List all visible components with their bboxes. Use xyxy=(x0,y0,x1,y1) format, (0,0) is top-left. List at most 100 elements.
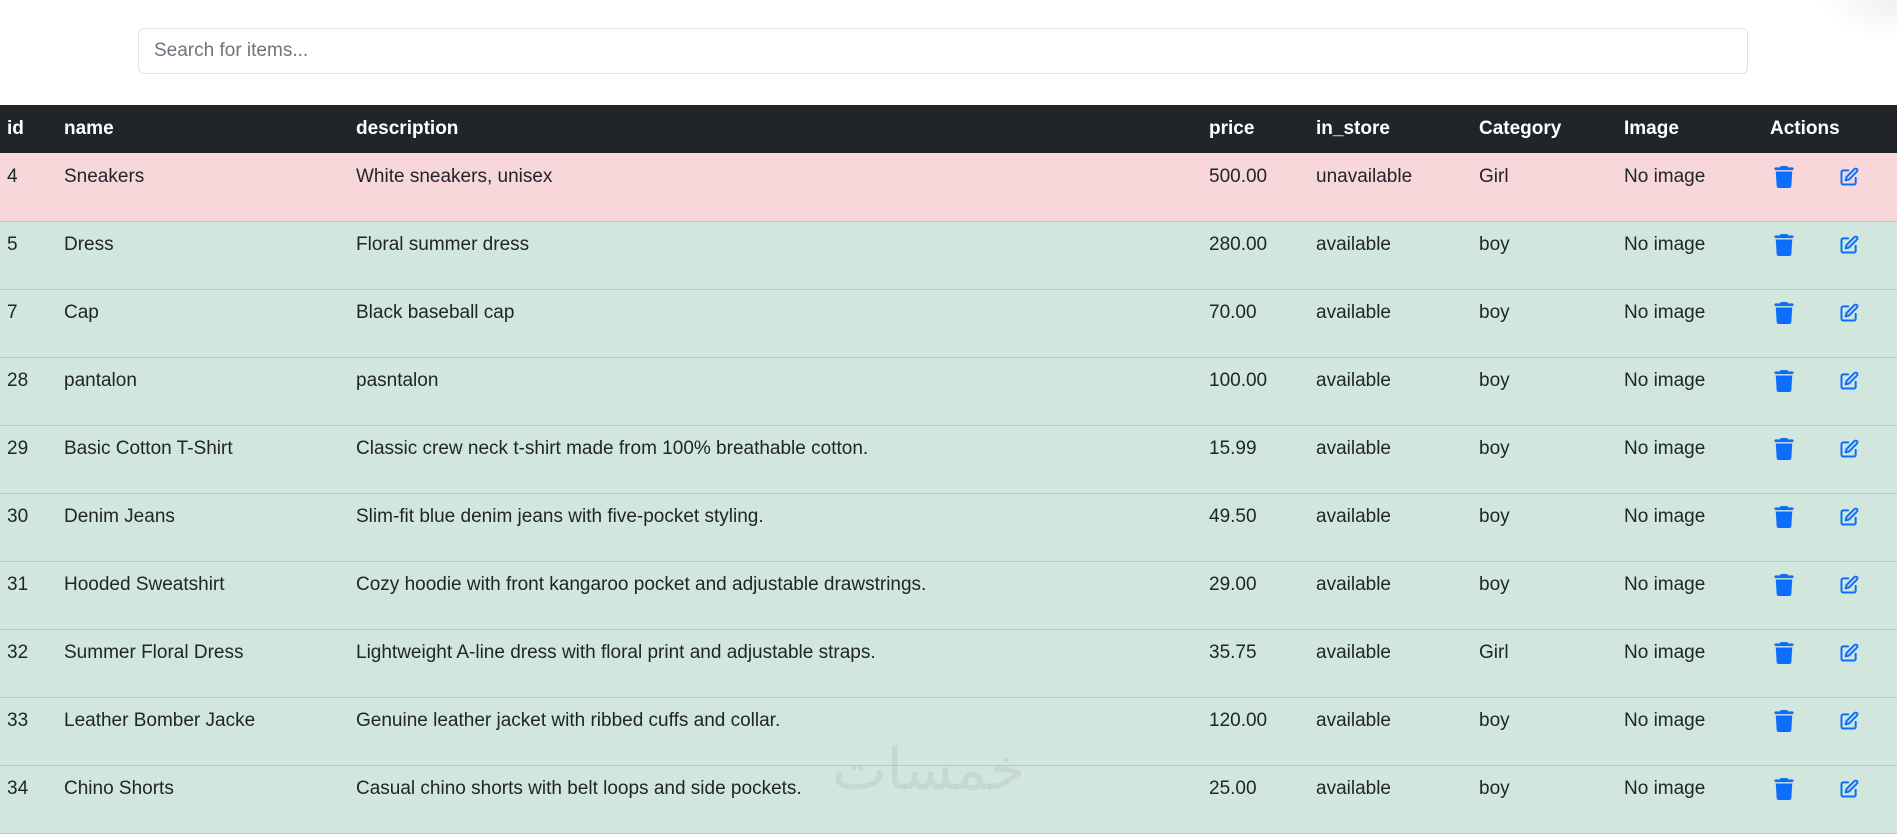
cell-id: 32 xyxy=(7,642,29,663)
search-bar xyxy=(138,28,1748,74)
cell-actions xyxy=(1763,289,1897,357)
edit-icon xyxy=(1840,235,1859,254)
watermark: خمسات xyxy=(832,735,1026,803)
cell-in-store: available xyxy=(1316,234,1391,255)
column-header-image[interactable]: Image xyxy=(1617,105,1763,153)
items-table: id name description price in_store Categ… xyxy=(0,105,1897,834)
cell-image: No image xyxy=(1624,710,1706,731)
cell-in-store: available xyxy=(1316,574,1391,595)
delete-button[interactable] xyxy=(1771,708,1797,734)
cell-id: 5 xyxy=(7,234,18,255)
trash-icon xyxy=(1774,642,1794,664)
cell-category: Girl xyxy=(1479,165,1509,187)
edit-icon xyxy=(1840,371,1859,390)
edit-button[interactable] xyxy=(1836,436,1862,462)
cell-price: 29.00 xyxy=(1209,574,1257,595)
cell-category: boy xyxy=(1479,302,1510,323)
edit-button[interactable] xyxy=(1836,300,1862,326)
delete-button[interactable] xyxy=(1771,640,1797,666)
column-header-id[interactable]: id xyxy=(0,105,57,153)
edit-icon xyxy=(1840,779,1859,798)
column-header-in-store[interactable]: in_store xyxy=(1309,105,1472,153)
edit-icon xyxy=(1840,711,1859,730)
cell-description: Casual chino shorts with belt loops and … xyxy=(356,778,802,799)
cell-in-store: available xyxy=(1316,506,1391,527)
cell-image: No image xyxy=(1624,438,1706,459)
trash-icon xyxy=(1774,370,1794,392)
delete-button[interactable] xyxy=(1771,368,1797,394)
cell-image: No image xyxy=(1624,165,1706,187)
column-header-category[interactable]: Category xyxy=(1472,105,1617,153)
cell-name: Basic Cotton T-Shirt xyxy=(64,438,233,459)
cell-id: 34 xyxy=(7,778,29,799)
cell-price: 280.00 xyxy=(1209,234,1268,255)
cell-actions xyxy=(1763,221,1897,289)
cell-in-store: available xyxy=(1316,642,1391,663)
delete-button[interactable] xyxy=(1771,776,1797,802)
cell-image: No image xyxy=(1624,642,1706,663)
cell-description: Cozy hoodie with front kangaroo pocket a… xyxy=(356,574,927,595)
edit-icon xyxy=(1840,507,1859,526)
cell-category: Girl xyxy=(1479,642,1509,663)
column-header-description[interactable]: description xyxy=(349,105,1202,153)
cell-in-store: unavailable xyxy=(1316,165,1413,187)
trash-icon xyxy=(1774,778,1794,800)
edit-button[interactable] xyxy=(1836,164,1862,190)
table-row: 5 Dress Floral summer dress 280.00 avail… xyxy=(0,221,1897,289)
delete-button[interactable] xyxy=(1771,504,1797,530)
trash-icon xyxy=(1774,438,1794,460)
cell-image: No image xyxy=(1624,506,1706,527)
cell-actions xyxy=(1763,765,1897,833)
trash-icon xyxy=(1774,710,1794,732)
delete-button[interactable] xyxy=(1771,232,1797,258)
cell-description: Floral summer dress xyxy=(356,234,530,255)
trash-icon xyxy=(1774,574,1794,596)
cell-price: 35.75 xyxy=(1209,642,1257,663)
edit-button[interactable] xyxy=(1836,776,1862,802)
edit-button[interactable] xyxy=(1836,708,1862,734)
cell-description: White sneakers, unisex xyxy=(356,165,553,187)
delete-button[interactable] xyxy=(1771,436,1797,462)
edit-button[interactable] xyxy=(1836,640,1862,666)
cell-id: 33 xyxy=(7,710,29,731)
cell-in-store: available xyxy=(1316,302,1391,323)
cell-actions xyxy=(1763,357,1897,425)
cell-in-store: available xyxy=(1316,778,1391,799)
trash-icon xyxy=(1774,506,1794,528)
edit-button[interactable] xyxy=(1836,368,1862,394)
delete-button[interactable] xyxy=(1771,300,1797,326)
cell-image: No image xyxy=(1624,370,1706,391)
column-header-price[interactable]: price xyxy=(1202,105,1309,153)
edit-icon xyxy=(1840,167,1859,186)
cell-in-store: available xyxy=(1316,370,1391,391)
table-row: 29 Basic Cotton T-Shirt Classic crew nec… xyxy=(0,425,1897,493)
cell-description: pasntalon xyxy=(356,370,439,391)
cell-id: 30 xyxy=(7,506,29,527)
cell-in-store: available xyxy=(1316,438,1391,459)
cell-actions xyxy=(1763,425,1897,493)
cell-name: Denim Jeans xyxy=(64,506,175,527)
edit-icon xyxy=(1840,303,1859,322)
table-row: 31 Hooded Sweatshirt Cozy hoodie with fr… xyxy=(0,561,1897,629)
edit-button[interactable] xyxy=(1836,504,1862,530)
cell-actions xyxy=(1763,493,1897,561)
edit-button[interactable] xyxy=(1836,232,1862,258)
cell-description: Black baseball cap xyxy=(356,302,515,323)
cell-category: boy xyxy=(1479,506,1510,527)
delete-button[interactable] xyxy=(1771,164,1797,190)
cell-description: Lightweight A-line dress with floral pri… xyxy=(356,642,876,663)
cell-name: pantalon xyxy=(64,370,137,391)
cell-category: boy xyxy=(1479,574,1510,595)
cell-name: Summer Floral Dress xyxy=(64,642,244,663)
table-row: 32 Summer Floral Dress Lightweight A-lin… xyxy=(0,629,1897,697)
cell-price: 70.00 xyxy=(1209,302,1257,323)
cell-price: 500.00 xyxy=(1209,165,1268,187)
cell-category: boy xyxy=(1479,438,1510,459)
cell-actions xyxy=(1763,153,1897,221)
search-input[interactable] xyxy=(138,28,1748,74)
delete-button[interactable] xyxy=(1771,572,1797,598)
edit-button[interactable] xyxy=(1836,572,1862,598)
cell-image: No image xyxy=(1624,234,1706,255)
cell-category: boy xyxy=(1479,234,1510,255)
column-header-name[interactable]: name xyxy=(57,105,349,153)
